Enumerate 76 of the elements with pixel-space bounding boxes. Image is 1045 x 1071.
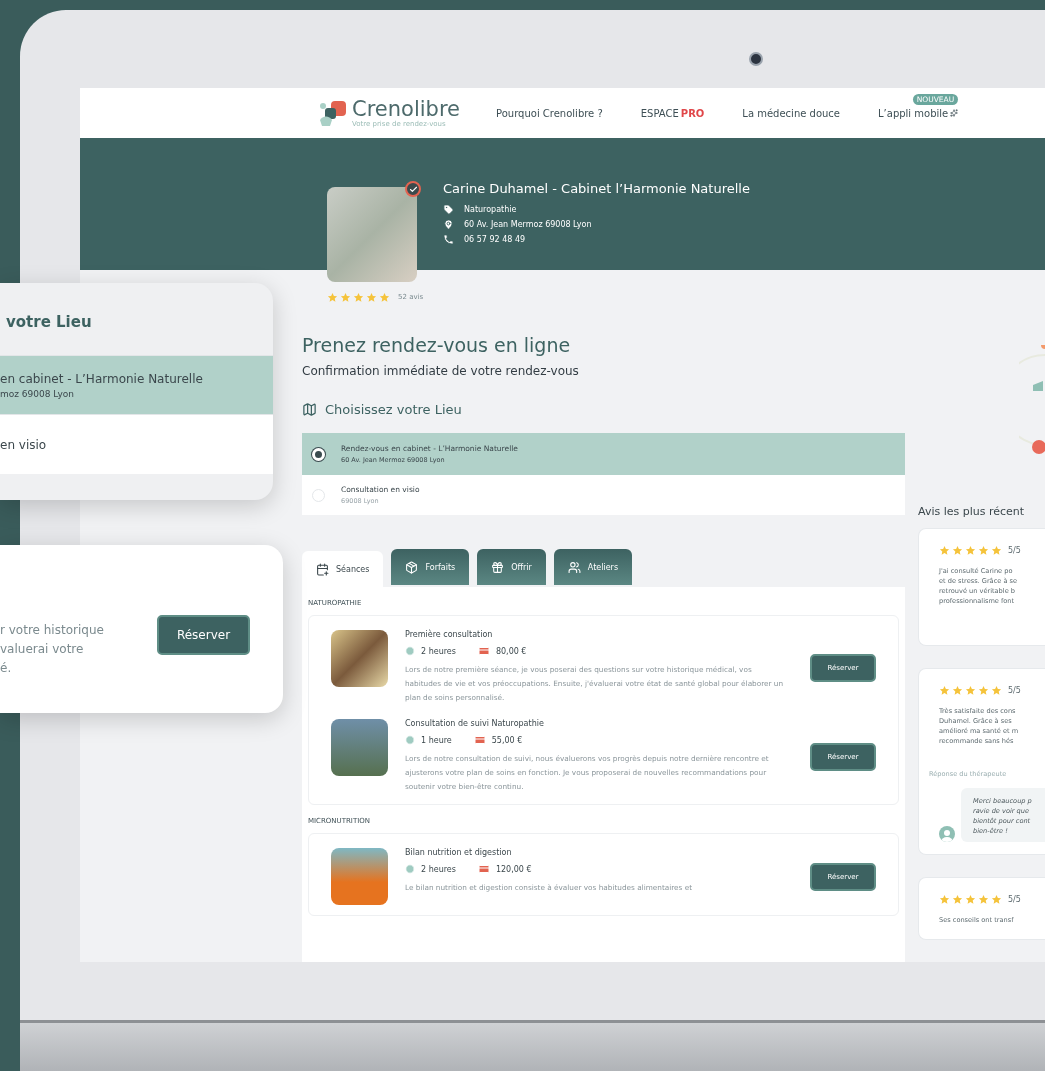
service-duration: 1 heure: [421, 735, 452, 745]
location-name: en cabinet - L’Harmonie Naturelle: [0, 371, 204, 386]
box-icon: [405, 560, 419, 574]
service-title: Première consultation: [405, 630, 494, 639]
star-icon: [379, 291, 390, 303]
nav-link[interactable]: La médecine douce: [742, 107, 840, 119]
sparkle-icon: [950, 109, 959, 117]
card-icon: [477, 863, 490, 875]
star-icon: [952, 685, 963, 697]
star-icon: [939, 545, 950, 557]
star-icon: [952, 545, 963, 557]
service-duration: 2 heures: [421, 646, 456, 656]
logo-text: Crenolibre: [352, 98, 460, 120]
star-icon: [991, 685, 1002, 697]
page-subtitle: Confirmation immédiate de votre rendez-vous: [302, 364, 580, 378]
service-price: 120,00 €: [495, 864, 532, 874]
nav-link[interactable]: L’appli mobile: [878, 107, 959, 119]
tab[interactable]: Forfaits: [391, 549, 470, 585]
star-icon: [978, 685, 989, 697]
photo-placeholder: [331, 630, 388, 687]
nav-link[interactable]: Pourquoi Crenolibre ?: [496, 107, 603, 119]
star-icon: [939, 685, 950, 697]
practitioner-detail: 06 57 92 48 49: [464, 235, 526, 244]
tab[interactable]: Séances: [302, 551, 384, 587]
tab[interactable]: Offrir: [477, 549, 546, 585]
tab[interactable]: Ateliers: [553, 549, 633, 585]
star-icon: [978, 894, 989, 906]
star-icon: [991, 545, 1002, 557]
star-icon: [340, 291, 351, 303]
star-icon: [366, 291, 377, 303]
avatar-icon: [939, 826, 955, 843]
card-icon: [473, 734, 486, 746]
section-heading: Choisissez votre Lieu: [325, 402, 462, 417]
star-icon: [939, 894, 950, 906]
review-score: 5/5: [1008, 895, 1021, 905]
star-icon: [353, 291, 364, 303]
tag-icon: [443, 204, 454, 215]
star-icon: [991, 894, 1002, 906]
service-title: Bilan nutrition et digestion: [405, 848, 513, 857]
star-icon: [978, 545, 989, 557]
card-icon: [477, 645, 490, 657]
people-icon: [567, 560, 581, 574]
photo-placeholder: [331, 719, 388, 776]
star-icon: [965, 685, 976, 697]
star-icon: [965, 545, 976, 557]
camera-icon: [749, 52, 763, 66]
map-icon: [302, 402, 317, 417]
service-price: 80,00 €: [495, 646, 527, 656]
service-price: 55,00 €: [491, 735, 523, 745]
service-duration: 2 heures: [421, 864, 456, 874]
reserve-button[interactable]: Réserver: [157, 615, 250, 655]
service-description: r votre historique valuerai votre é.: [0, 621, 104, 677]
location-option[interactable]: en visio: [0, 414, 273, 474]
photo-placeholder: [331, 848, 388, 905]
card-heading: votre Lieu: [5, 312, 93, 333]
phone-icon: [443, 234, 454, 245]
star-icon: [952, 894, 963, 906]
radio-button[interactable]: [312, 488, 325, 502]
review-score: 5/5: [1008, 686, 1021, 696]
logo-icon: [318, 98, 348, 128]
location-icon: [443, 219, 454, 230]
practitioner-detail: 60 Av. Jean Mermoz 69008 Lyon: [464, 220, 592, 229]
reviews-title: Avis les plus récent: [918, 505, 1026, 519]
calendar-icon: [316, 562, 329, 576]
star-icon: [965, 894, 976, 906]
practitioner-name: Carine Duhamel - Cabinet l’Harmonie Naturelle: [443, 181, 750, 196]
gift-icon: [491, 560, 505, 574]
service-title: Consultation de suivi Naturopathie: [405, 719, 545, 728]
location-option[interactable]: en cabinet - L’Harmonie Naturelle moz 69008 Lyon: [0, 355, 273, 414]
location-address: moz 69008 Lyon: [0, 388, 76, 399]
star-icon: [327, 291, 338, 303]
page-title: Prenez rendez-vous en ligne: [302, 334, 572, 356]
nav-link[interactable]: ESPACE PRO: [640, 107, 705, 119]
review-score: 5/5: [1008, 546, 1021, 556]
location-name: en visio: [0, 437, 48, 452]
practitioner-detail: Naturopathie: [464, 205, 517, 214]
